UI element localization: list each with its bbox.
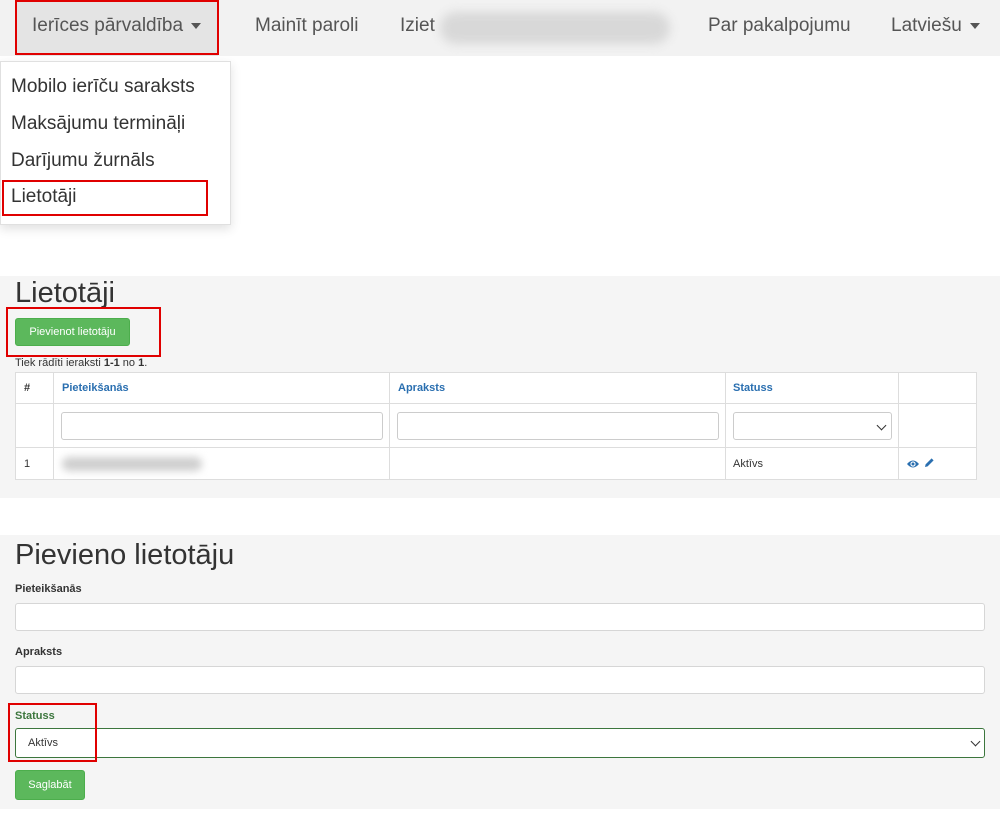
table-row-cell-num: 1 [15,447,54,480]
nav-logout-label: Iziet [400,15,435,36]
view-eye-icon[interactable] [906,458,920,470]
summary-prefix: Tiek rādīti ieraksti [15,357,104,369]
caret-down-icon [969,22,980,29]
column-header-status[interactable]: Statuss [733,382,773,394]
description-label: Apraksts [15,646,63,658]
header-cell-num: # [15,372,54,404]
nav-about-label: Par pakalpojumu [708,15,851,36]
highlight-box-device-menu [15,0,219,55]
nav-language-label: Latviešu [891,15,962,36]
column-header-description[interactable]: Apraksts [398,382,445,394]
nav-language-dropdown[interactable]: Latviešu [891,0,980,56]
chevron-down-icon [876,420,887,431]
highlight-box-add-user [6,307,161,357]
login-filter-input[interactable] [61,412,383,440]
summary-suffix: . [144,357,148,369]
nav-change-password-label: Mainīt paroli [255,15,359,36]
login-input[interactable] [15,603,985,631]
nav-change-password-link[interactable]: Mainīt paroli [255,0,359,56]
header-cell-status: Statuss [725,372,899,404]
description-input[interactable] [15,666,985,694]
table-row-cell-status: Aktīvs [725,447,899,480]
edit-pencil-icon[interactable] [923,457,935,469]
table-row-cell-actions [898,447,977,480]
table-row-cell-description [389,447,726,480]
status-select[interactable]: Aktīvs [15,728,985,758]
menu-item-payment-terminals[interactable]: Maksājumu termināļi [11,113,185,135]
users-table: # Pieteikšanās Apraksts Statuss 1 Aktīvs [15,372,977,480]
description-filter-input[interactable] [397,412,719,440]
summary-mid: no [119,357,139,369]
menu-item-transaction-log[interactable]: Darījumu žurnāls [11,150,155,172]
highlight-box-status [8,703,97,762]
row-num: 1 [24,458,31,470]
column-header-login[interactable]: Pieteikšanās [62,382,129,394]
column-header-num: # [24,382,31,394]
menu-item-mobile-devices[interactable]: Mobilo ierīču saraksts [11,76,195,98]
form-title: Pievieno lietotāju [15,539,235,571]
header-cell-login: Pieteikšanās [53,372,390,404]
summary-range: 1-1 [103,357,120,369]
filter-cell-num [15,403,54,448]
nav-logout-link[interactable]: Iziet [400,0,435,56]
header-cell-actions [898,372,977,404]
table-row-cell-login [53,447,390,480]
save-button[interactable]: Saglabāt [15,770,85,800]
highlight-box-users-item [2,180,208,216]
filter-cell-actions [898,403,977,448]
login-label: Pieteikšanās [15,583,82,595]
nav-about-link[interactable]: Par pakalpojumu [708,0,851,56]
blurred-username [440,12,670,44]
chevron-down-icon [970,736,981,747]
blurred-login [62,457,202,471]
header-cell-description: Apraksts [389,372,726,404]
filter-cell-description [389,403,726,448]
filter-cell-status [725,403,899,448]
page-title: Lietotāji [15,277,115,309]
filter-cell-login [53,403,390,448]
results-summary: Tiek rādīti ieraksti 1-1 no 1. [15,357,147,369]
row-status: Aktīvs [733,458,763,470]
status-filter-select[interactable] [733,412,892,440]
